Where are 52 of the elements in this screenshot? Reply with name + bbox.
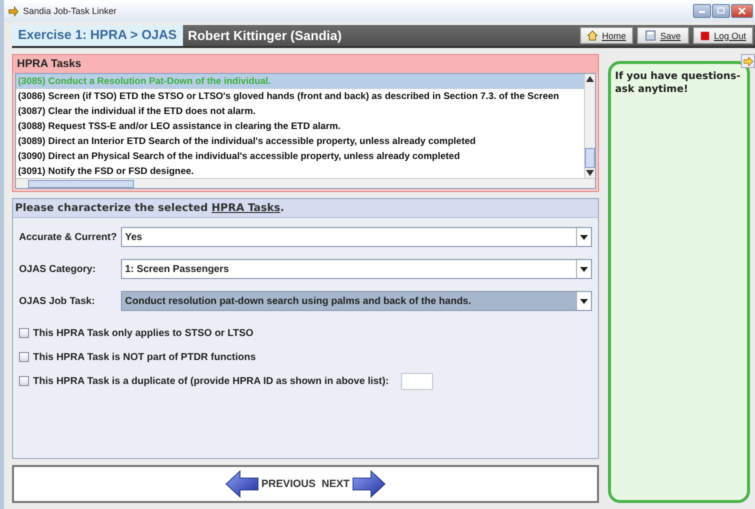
next-button[interactable]: NEXT [322, 470, 386, 498]
horizontal-scrollbar[interactable] [16, 178, 595, 188]
scroll-thumb[interactable] [28, 180, 134, 188]
minimize-icon [697, 8, 707, 14]
hpra-id-field[interactable] [400, 372, 433, 390]
checkbox-label: This HPRA Task only applies to STSO or LTSO [33, 328, 254, 338]
arrow-icon [742, 56, 754, 66]
help-note: If you have questions- ask anytime! [608, 61, 750, 503]
window-title: Sandia Job-Task Linker [23, 6, 117, 16]
save-button[interactable]: Save [636, 27, 689, 44]
task-row[interactable]: (3089) Direct an Interior ETD Search of the individual's accessible property, unless already completed [16, 134, 584, 149]
home-button[interactable]: Home [580, 27, 633, 44]
checkbox[interactable] [19, 352, 29, 362]
task-row[interactable]: (3086) Screen (if TSO) ETD the STSO or LTSO's gloved hands (front and back) as described in Section 7.3. of the Screen [16, 89, 584, 104]
maximize-button[interactable] [712, 4, 730, 18]
dropdown[interactable]: Yes [121, 227, 592, 247]
scroll-up-icon [586, 76, 594, 82]
task-row[interactable]: (3088) Request TSS-E and/or LEO assistance in clearing the ETD alarm. [16, 119, 584, 134]
field-label: OJAS Category: [19, 264, 97, 274]
collapse-button[interactable] [741, 54, 755, 68]
close-icon [737, 7, 747, 15]
house-icon [586, 30, 598, 41]
task-row[interactable]: (3087) Clear the individual if the ETD does not alarm. [16, 104, 584, 119]
dropdown[interactable]: 1: Screen Passengers [121, 259, 592, 279]
checkbox[interactable] [19, 328, 29, 338]
scroll-thumb[interactable] [585, 148, 595, 168]
right-arrow-icon [352, 470, 386, 498]
checkbox-label: This HPRA Task is NOT part of PTDR functions [33, 352, 256, 362]
dropdown-caret-icon [580, 234, 588, 240]
logout-button[interactable]: Log Out [692, 27, 753, 44]
previous-button[interactable]: PREVIOUS [225, 470, 316, 498]
exercise-title: Exercise 1: HPRA > OJAS [12, 25, 183, 46]
minimize-button[interactable] [693, 4, 711, 18]
dropdown-caret-icon [580, 298, 588, 304]
form-header: Please characterize the selected HPRA Tasks. [13, 199, 598, 218]
field-label: OJAS Job Task: [19, 296, 96, 306]
close-button[interactable] [731, 4, 753, 18]
vertical-scrollbar[interactable] [584, 74, 595, 178]
user-name: Robert Kittinger (Sandia) [186, 28, 342, 43]
checkbox[interactable] [19, 376, 29, 386]
dropdown-caret-icon [580, 266, 588, 272]
maximize-icon [716, 7, 726, 15]
stop-icon [700, 30, 710, 40]
scroll-down-icon [586, 170, 594, 176]
field-label: Accurate & Current? [19, 232, 118, 242]
task-row[interactable]: (3091) Notify the FSD or FSD designee. [16, 164, 584, 178]
tasks-header: HPRA Tasks [13, 55, 598, 73]
app-icon [8, 6, 19, 16]
checkbox-label: This HPRA Task is a duplicate of (provide HPRA ID as shown in above list): [33, 376, 389, 386]
task-row[interactable]: (3090) Direct an Physical Search of the individual's accessible property, unless already completed [16, 149, 584, 164]
dropdown[interactable]: Conduct resolution pat-down search using palms and back of the hands. [121, 291, 592, 311]
left-arrow-icon [225, 470, 260, 498]
